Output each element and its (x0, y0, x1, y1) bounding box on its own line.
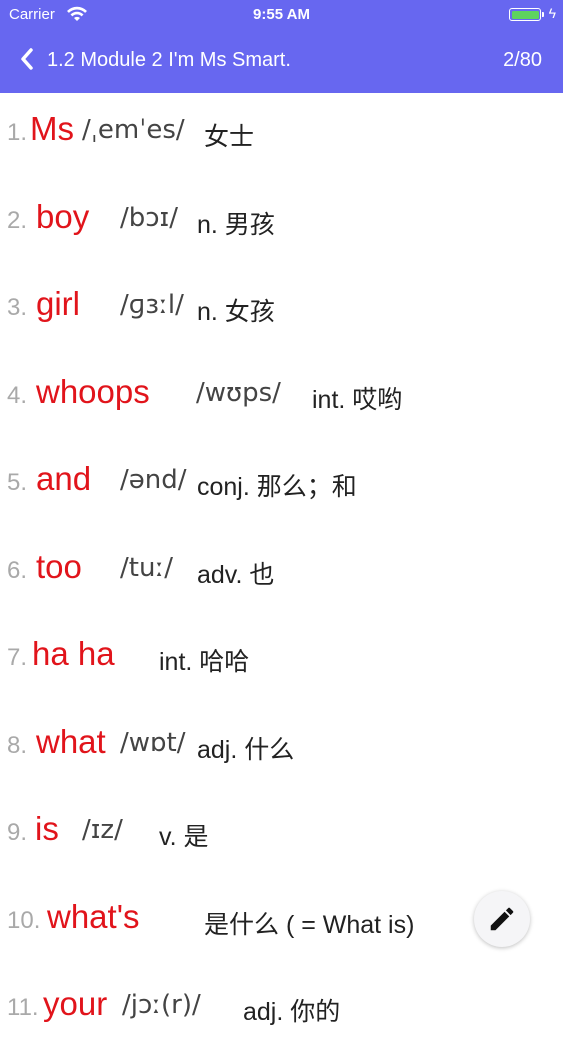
item-meaning: n. 男孩 (197, 210, 275, 239)
item-word: what (36, 722, 106, 760)
item-meaning: n. 女孩 (197, 298, 275, 326)
item-word: Ms (30, 110, 74, 147)
item-word: is (35, 810, 59, 847)
item-meaning: int. 哈哈 (159, 648, 250, 676)
item-number: 2. (7, 206, 28, 234)
item-phonetic: /wɒt/ (120, 727, 186, 758)
pencil-icon (490, 907, 514, 931)
item-meaning: adj. 什么 (197, 735, 295, 764)
item-word: girl (36, 285, 81, 322)
item-meaning: 是什么 ( = What is) (204, 910, 415, 939)
item-phonetic: /ɡɜːl/ (120, 290, 184, 320)
item-word: ha ha (32, 635, 115, 672)
item-number: 5. (7, 469, 28, 496)
item-phonetic: /ənd/ (120, 465, 187, 495)
list-item[interactable]: 11. your /jɔː(r)/ adj. 你的 (0, 968, 563, 1056)
battery-fill (511, 10, 539, 19)
item-number: 6. (7, 556, 28, 584)
page-title: 1.2 Module 2 I'm Ms Smart. (47, 49, 291, 71)
page-counter: 2/80 (503, 49, 542, 71)
item-word: your (43, 985, 108, 1022)
list-item[interactable]: 3. girl /ɡɜːl/ n. 女孩 (0, 268, 563, 356)
status-time: 9:55 AM (253, 6, 310, 23)
item-meaning: conj. 那么；和 (197, 473, 357, 501)
item-word: too (36, 547, 82, 585)
item-word: whoops (36, 372, 150, 410)
battery-cap (542, 12, 544, 17)
item-number: 4. (7, 381, 28, 409)
item-number: 7. (7, 644, 28, 671)
item-number: 3. (7, 294, 28, 321)
battery-icon (509, 8, 541, 21)
item-phonetic: /tuː/ (120, 552, 173, 583)
list-item[interactable]: 4. whoops /wʊps/ int. 哎哟 (0, 356, 563, 444)
item-phonetic: /jɔː(r)/ (122, 990, 201, 1020)
item-word: and (36, 460, 92, 497)
item-meaning: int. 哎哟 (312, 385, 403, 414)
item-phonetic: /ɪz/ (82, 815, 123, 845)
list-item[interactable]: 2. boy /bɔɪ/ n. 男孩 (0, 181, 563, 269)
list-item[interactable]: 8. what /wɒt/ adj. 什么 (0, 706, 563, 794)
item-number: 1. (7, 119, 28, 146)
item-meaning: adj. 你的 (243, 998, 341, 1026)
item-number: 8. (7, 731, 28, 759)
charging-bolt-icon: ϟ (548, 5, 556, 21)
list-item[interactable]: 6. too /tuː/ adv. 也 (0, 531, 563, 619)
item-number: 11. (7, 994, 39, 1021)
list-item[interactable]: 7. ha ha int. 哈哈 (0, 618, 563, 706)
item-meaning: 女士 (204, 123, 255, 151)
item-meaning: adv. 也 (197, 560, 275, 589)
item-phonetic: /bɔɪ/ (120, 202, 178, 233)
item-number: 9. (7, 819, 28, 846)
item-phonetic: /ˌemˈes/ (82, 115, 185, 145)
nav-bar: 1.2 Module 2 I'm Ms Smart. 2/80 (0, 36, 563, 84)
list-item[interactable]: 9. is /ɪz/ v. 是 (0, 793, 563, 881)
list-item[interactable]: 1. Ms /ˌemˈes/ 女士 (0, 93, 563, 181)
chevron-left-icon[interactable] (14, 44, 40, 74)
status-bar: Carrier 9:55 AM ϟ (0, 0, 563, 30)
item-meaning: v. 是 (159, 823, 209, 851)
item-word: boy (36, 197, 90, 235)
item-phonetic: /wʊps/ (196, 377, 281, 408)
header: Carrier 9:55 AM ϟ 1.2 Module 2 I'm Ms Sm… (0, 0, 563, 93)
edit-button[interactable] (474, 891, 530, 947)
list-item[interactable]: 5. and /ənd/ conj. 那么；和 (0, 443, 563, 531)
item-number: 10. (7, 906, 41, 934)
item-word: what's (47, 897, 140, 935)
